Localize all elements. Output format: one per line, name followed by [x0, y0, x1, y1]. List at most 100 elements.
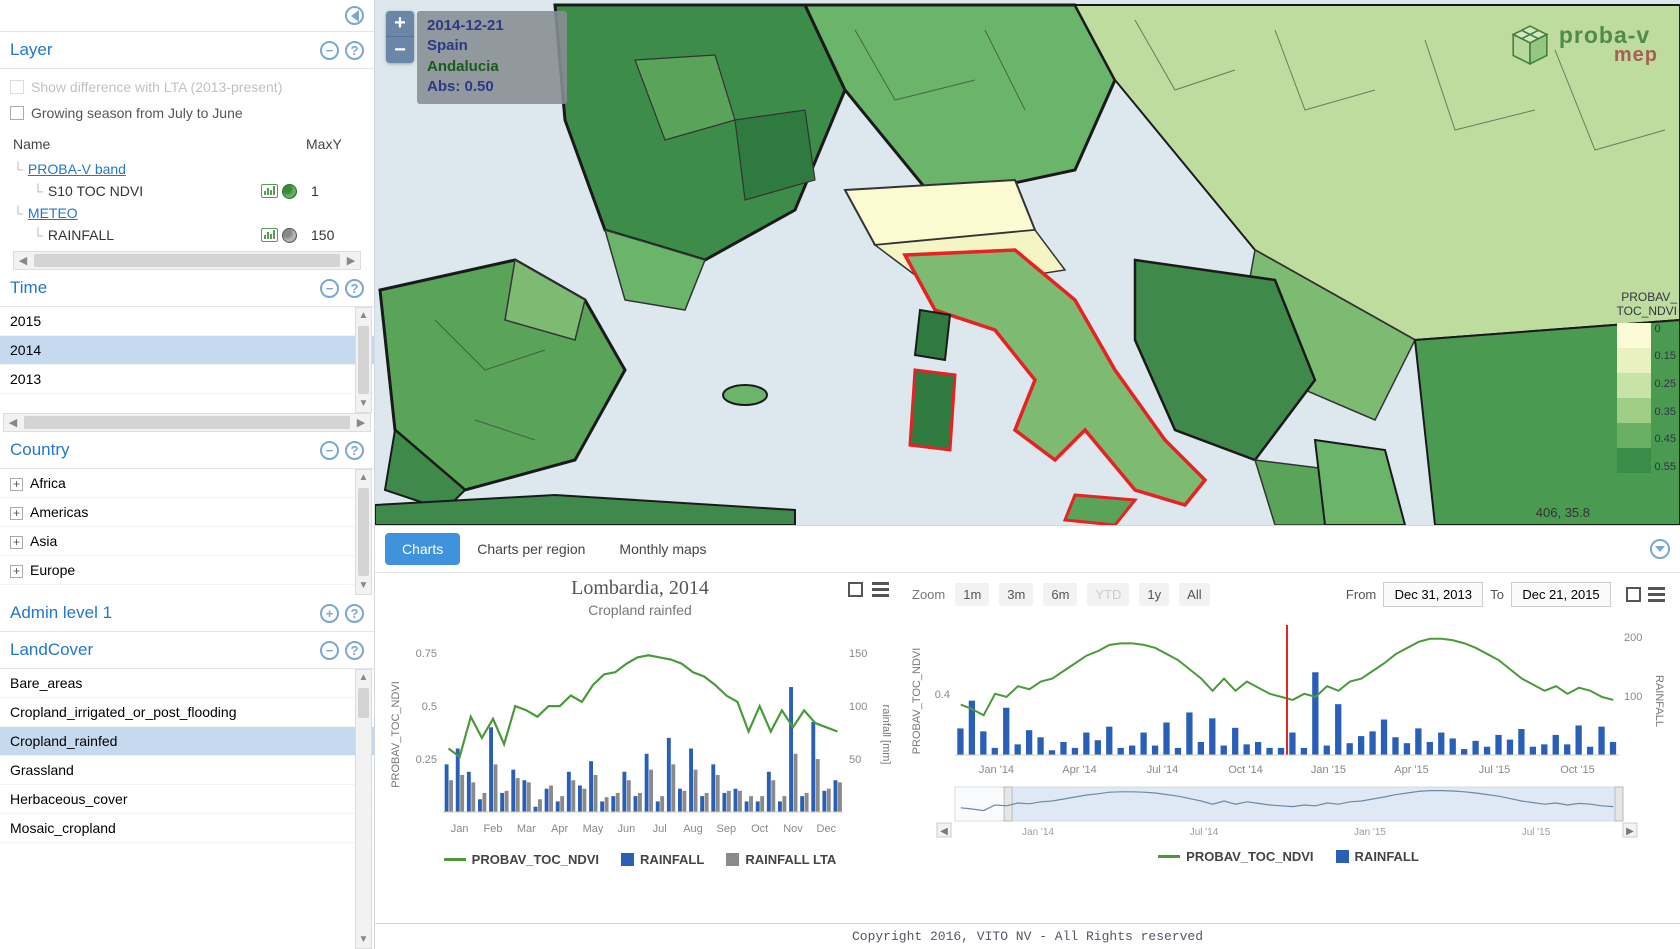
expander-icon[interactable]: + — [10, 565, 23, 578]
landcover-item[interactable]: Mosaic_cropland — [0, 814, 374, 843]
expander-icon[interactable]: + — [10, 507, 23, 520]
landcover-help-button[interactable] — [345, 641, 364, 660]
country-vscroll[interactable]: ▲▼ — [355, 469, 372, 595]
country-item-americas[interactable]: +Americas — [0, 498, 374, 527]
sidebar-collapse-row — [0, 0, 374, 32]
zoom-all[interactable]: All — [1179, 583, 1209, 606]
time-hscroll[interactable]: ◀▶ — [3, 413, 371, 432]
zoom-out-button[interactable]: − — [386, 37, 414, 63]
tooltip-abs: Abs: 0.50 — [427, 77, 557, 97]
chart-navigator[interactable]: Jan '14Jul '14Jan '15Jul '15◀▶ — [907, 781, 1667, 839]
svg-text:Nov: Nov — [783, 823, 803, 835]
zoom-6m[interactable]: 6m — [1043, 583, 1077, 606]
country-collapse-button[interactable] — [320, 441, 339, 460]
landcover-item[interactable]: Bare_areas — [0, 669, 374, 698]
logo-cube-icon — [1509, 24, 1551, 66]
panel-header-landcover: LandCover — [0, 632, 374, 669]
time-vscroll[interactable]: ▲▼ — [355, 307, 372, 413]
checkbox-icon — [10, 106, 24, 120]
chart-icon[interactable] — [261, 184, 278, 198]
svg-text:Jul '14: Jul '14 — [1190, 827, 1219, 838]
tree-group-probav[interactable]: └ PROBA-V band — [13, 158, 361, 180]
country-item-asia[interactable]: +Asia — [0, 527, 374, 556]
time-item-2014[interactable]: 2014 — [0, 336, 374, 365]
tree-item-rainfall[interactable]: └ RAINFALL 150 — [13, 224, 361, 246]
svg-text:0.4: 0.4 — [935, 689, 950, 701]
maximize-icon[interactable] — [848, 582, 863, 597]
svg-text:Oct '14: Oct '14 — [1228, 764, 1263, 776]
sidebar-collapse-button[interactable] — [345, 6, 364, 25]
panel-header-layer: Layer — [0, 32, 374, 69]
zoom-1m[interactable]: 1m — [955, 583, 989, 606]
time-collapse-button[interactable] — [320, 279, 339, 298]
time-item-2015[interactable]: 2015 — [0, 307, 374, 336]
time-list: 2015 2014 2013 — [0, 307, 374, 394]
tab-charts[interactable]: Charts — [385, 533, 460, 565]
country-item-europe[interactable]: +Europe — [0, 556, 374, 585]
expander-icon[interactable]: + — [10, 536, 23, 549]
landcover-list: Bare_areas Cropland_irrigated_or_post_fl… — [0, 669, 374, 843]
opt-growing-season[interactable]: Growing season from July to June — [10, 100, 364, 126]
country-item-africa[interactable]: +Africa — [0, 469, 374, 498]
tree-group-meteo[interactable]: └ METEO — [13, 202, 361, 224]
svg-text:50: 50 — [849, 754, 861, 766]
maximize-icon[interactable] — [1626, 587, 1641, 602]
chart-right-legend: PROBAV_TOC_NDVI RAINFALL — [907, 839, 1670, 868]
landcover-item[interactable]: Cropland_rainfed — [0, 727, 374, 756]
svg-text:Aug: Aug — [683, 823, 703, 835]
map-tooltip: 2014-12-21 Spain Andalucia Abs: 0.50 — [417, 11, 567, 104]
time-item-2013[interactable]: 2013 — [0, 365, 374, 394]
country-help-button[interactable] — [345, 441, 364, 460]
svg-text:0.25: 0.25 — [416, 754, 437, 766]
zoom-3m[interactable]: 3m — [999, 583, 1033, 606]
expander-icon[interactable]: + — [10, 478, 23, 491]
from-date-input[interactable] — [1383, 582, 1483, 607]
landcover-collapse-button[interactable] — [320, 641, 339, 660]
footer: Copyright 2016, VITO NV - All Rights res… — [375, 923, 1680, 949]
to-date-input[interactable] — [1511, 582, 1611, 607]
chart-menu-icon[interactable] — [1648, 587, 1665, 602]
tooltip-region: Andalucia — [427, 57, 557, 77]
svg-text:Dec: Dec — [817, 823, 837, 835]
admin1-expand-button[interactable] — [320, 604, 339, 623]
layer-help-button[interactable] — [345, 41, 364, 60]
svg-text:Jul '14: Jul '14 — [1147, 764, 1178, 776]
admin1-help-button[interactable] — [345, 604, 364, 623]
chevron-left-icon — [351, 10, 359, 22]
country-list: +Africa +Americas +Asia +Europe — [0, 469, 374, 585]
landcover-vscroll[interactable]: ▲▼ — [355, 669, 372, 949]
svg-text:150: 150 — [849, 648, 867, 660]
chart-right-svg: PROBAV_TOC_NDVIRAINFALL0.4100200Jan '14A… — [907, 621, 1667, 781]
globe-off-icon[interactable] — [282, 228, 297, 243]
svg-text:Sep: Sep — [717, 823, 737, 835]
svg-text:Apr: Apr — [551, 823, 568, 835]
svg-text:Jan '15: Jan '15 — [1354, 827, 1386, 838]
tab-charts-per-region[interactable]: Charts per region — [460, 533, 602, 565]
panel-title-country: Country — [10, 440, 70, 460]
logo: proba-v mep — [1509, 22, 1658, 67]
logo-text-2: mep — [1614, 44, 1658, 67]
checkbox-icon — [10, 80, 24, 94]
svg-text:100: 100 — [849, 701, 867, 713]
layer-collapse-button[interactable] — [320, 41, 339, 60]
zoom-ytd[interactable]: YTD — [1087, 583, 1129, 606]
panel-title-time: Time — [10, 278, 47, 298]
landcover-item[interactable]: Cropland_irrigated_or_post_flooding — [0, 698, 374, 727]
charts-collapse-button[interactable] — [1650, 539, 1670, 559]
tree-item-s10-toc-ndvi[interactable]: └ S10 TOC NDVI 1 — [13, 180, 361, 202]
landcover-item[interactable]: Herbaceous_cover — [0, 785, 374, 814]
chart-icon[interactable] — [261, 228, 278, 242]
zoom-in-button[interactable]: + — [386, 11, 414, 37]
landcover-item[interactable]: Grassland — [0, 756, 374, 785]
chart-subtitle: Cropland rainfed — [385, 602, 895, 618]
map-view[interactable]: + − 2014-12-21 Spain Andalucia Abs: 0.50… — [375, 0, 1680, 525]
svg-text:Jan '14: Jan '14 — [1022, 827, 1054, 838]
time-help-button[interactable] — [345, 279, 364, 298]
zoom-1y[interactable]: 1y — [1139, 583, 1169, 606]
svg-text:200: 200 — [1624, 632, 1642, 644]
chart-menu-icon[interactable] — [872, 582, 889, 597]
globe-on-icon[interactable] — [282, 184, 297, 199]
svg-text:Apr '15: Apr '15 — [1394, 764, 1429, 776]
layer-hscroll[interactable]: ◀▶ — [13, 251, 361, 270]
tab-monthly-maps[interactable]: Monthly maps — [602, 533, 723, 565]
